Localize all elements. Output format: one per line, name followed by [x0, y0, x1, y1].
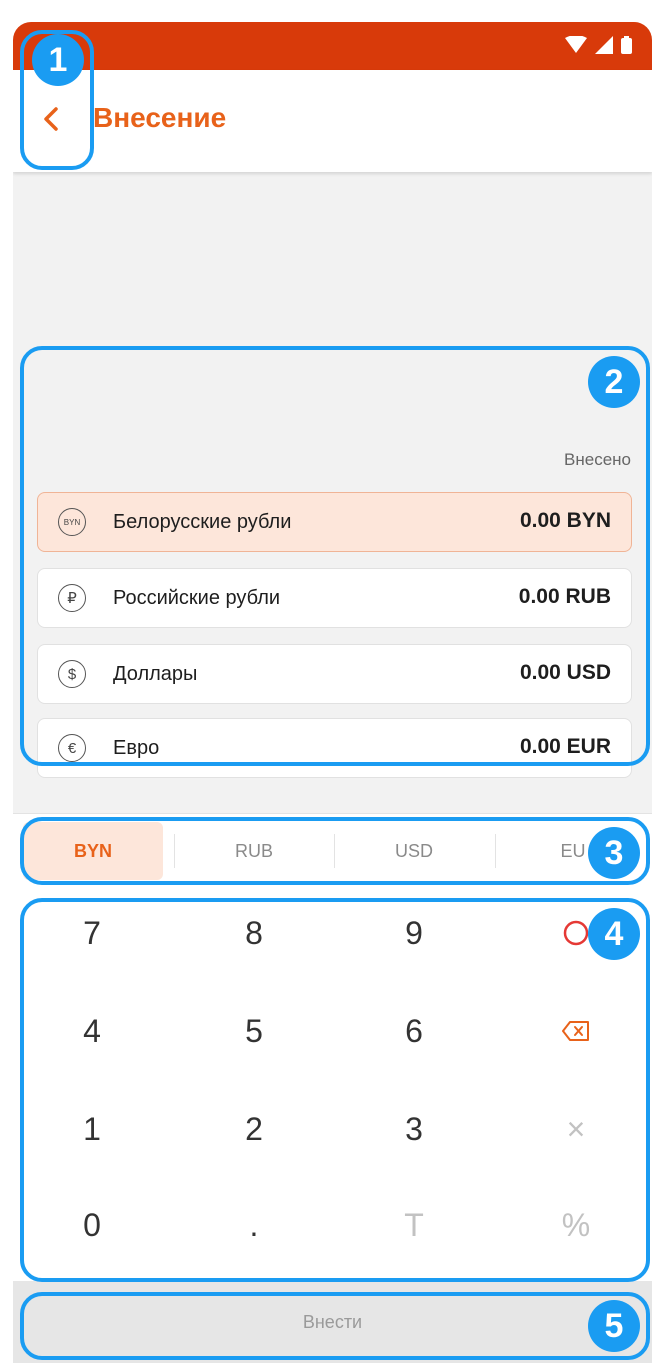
app-bar: Внесение [13, 70, 652, 172]
callout-badge-5: 5 [588, 1300, 640, 1352]
callout-frame-4 [20, 898, 650, 1282]
callout-badge-1: 1 [32, 34, 84, 86]
callout-frame-2 [20, 346, 650, 766]
callout-frame-5 [20, 1292, 650, 1360]
status-bar [13, 22, 652, 70]
signal-icon [595, 36, 613, 54]
callout-badge-2: 2 [588, 356, 640, 408]
callout-badge-4: 4 [588, 908, 640, 960]
callout-frame-3 [20, 817, 650, 885]
battery-icon [621, 36, 632, 54]
callout-badge-3: 3 [588, 827, 640, 879]
page-title: Внесение [93, 102, 227, 133]
wifi-icon [565, 36, 587, 53]
